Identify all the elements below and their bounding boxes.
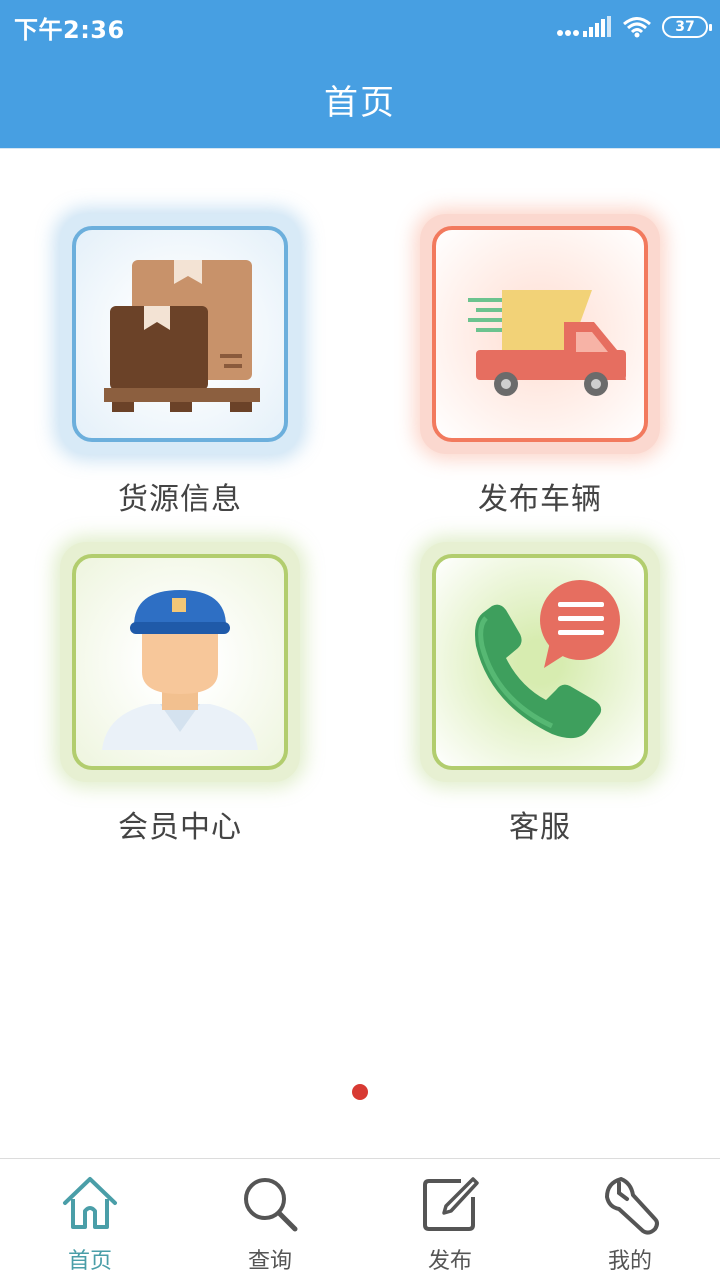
tile-customer-service[interactable] [420,542,660,782]
nav-label-home: 首页 [67,1249,112,1274]
nav-item-search[interactable]: 查询 [180,1159,360,1280]
status-icons: 37 [556,14,712,40]
nav-label-mine: 我的 [607,1249,652,1274]
nav-item-home[interactable]: 首页 [0,1159,180,1280]
tile-cargo-info[interactable] [60,214,300,454]
nav-item-mine[interactable]: 我的 [540,1159,720,1280]
member-avatar-icon [102,590,258,750]
nav-item-publish[interactable]: 发布 [360,1159,540,1280]
home-screen: 下午2:36 37 首页 货源信息 发布车辆 会员中心 客服 首页 查询 发布 … [0,0,720,1280]
wrench-icon [605,1177,659,1235]
top-bar: 下午2:36 37 首页 [0,0,720,149]
home-icon [63,1177,117,1229]
battery-level: 37 [675,19,695,35]
tile-label-member: 会员中心 [118,810,242,845]
search-icon [244,1178,298,1232]
tile-publish-vehicle[interactable] [420,214,660,454]
signal-icon [557,16,611,37]
bottom-nav: 首页 查询 发布 我的 [0,1158,720,1280]
wifi-icon [623,17,651,38]
status-time: 下午2:36 [14,16,125,44]
battery-icon: 37 [662,16,712,38]
delivery-truck-icon [468,290,626,396]
cargo-boxes-icon [104,260,260,412]
tile-label-cargo: 货源信息 [118,482,242,517]
phone-chat-icon [475,580,620,739]
page-indicator-dot [352,1084,368,1100]
edit-icon [423,1177,479,1231]
nav-label-search: 查询 [247,1249,292,1274]
page-title: 首页 [324,83,396,123]
tile-member-center[interactable] [60,542,300,782]
tile-label-service: 客服 [509,810,571,845]
tile-label-vehicle: 发布车辆 [478,482,602,517]
nav-label-publish: 发布 [427,1249,472,1274]
